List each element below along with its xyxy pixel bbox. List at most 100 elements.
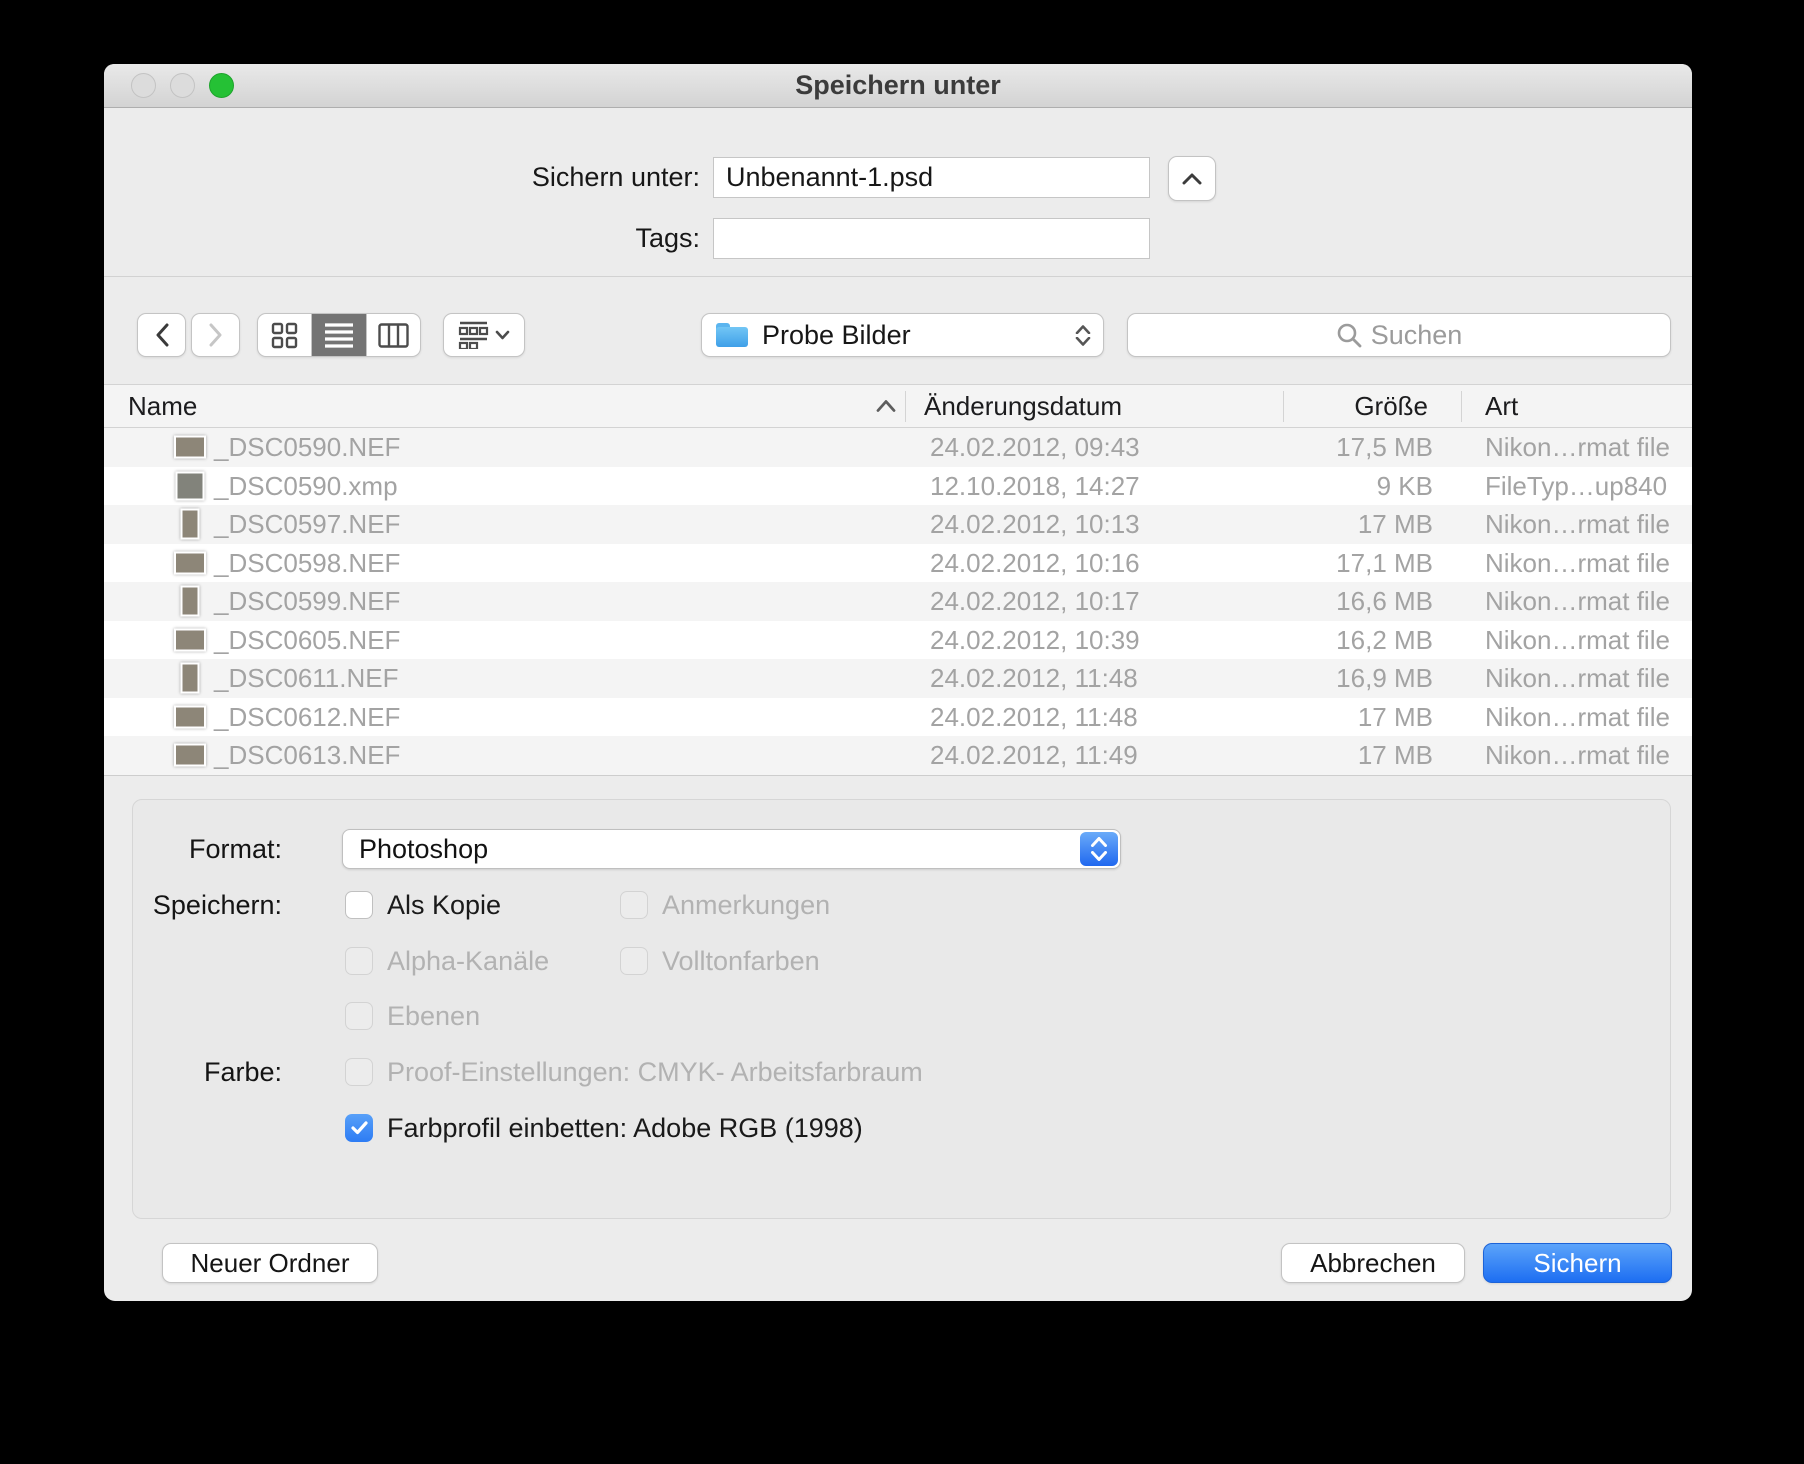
file-date: 24.02.2012, 09:43 <box>930 428 1140 467</box>
file-thumbnail-icon <box>174 436 206 459</box>
file-date: 24.02.2012, 11:48 <box>930 698 1138 737</box>
screen-background: Speichern unter Sichern unter: Tags: <box>0 0 1804 1464</box>
checkbox-als-kopie[interactable]: Als Kopie <box>345 891 501 919</box>
file-kind: Nikon…rmat file <box>1485 428 1670 467</box>
column-header-name[interactable]: Name <box>128 385 197 427</box>
forward-button[interactable] <box>191 313 240 357</box>
file-kind: Nikon…rmat file <box>1485 736 1670 775</box>
file-size: 17 MB <box>1358 698 1433 737</box>
checkbox-box <box>345 891 373 919</box>
folder-icon <box>716 323 748 347</box>
chevron-left-icon <box>155 323 169 347</box>
group-items-icon <box>458 321 489 349</box>
search-placeholder: Suchen <box>1371 320 1463 351</box>
file-date: 12.10.2018, 14:27 <box>930 467 1140 506</box>
cancel-button[interactable]: Abbrechen <box>1281 1243 1465 1283</box>
file-thumbnail-icon <box>176 471 205 500</box>
file-name: _DSC0613.NEF <box>214 736 400 775</box>
grid-view-icon <box>271 322 298 349</box>
search-input[interactable]: Suchen <box>1127 313 1671 357</box>
select-arrows-icon <box>1075 325 1091 346</box>
new-folder-button[interactable]: Neuer Ordner <box>162 1243 378 1283</box>
checkbox-box <box>345 1058 373 1086</box>
column-header-kind[interactable]: Art <box>1485 385 1518 427</box>
file-name: _DSC0597.NEF <box>214 505 400 544</box>
format-label: Format: <box>104 829 282 869</box>
location-value: Probe Bilder <box>762 320 911 351</box>
list-view-button[interactable] <box>311 314 365 356</box>
column-view-icon <box>378 323 409 348</box>
tags-input[interactable] <box>713 218 1150 259</box>
titlebar: Speichern unter <box>104 64 1692 108</box>
window-title: Speichern unter <box>104 64 1692 107</box>
location-select[interactable]: Probe Bilder <box>701 313 1104 357</box>
file-name: _DSC0611.NEF <box>214 659 399 698</box>
checkbox-ebenen: Ebenen <box>345 1002 480 1030</box>
file-name: _DSC0590.xmp <box>214 467 398 506</box>
file-date: 24.02.2012, 10:13 <box>930 505 1140 544</box>
file-name: _DSC0599.NEF <box>214 582 400 621</box>
file-row[interactable]: _DSC0590.NEF 24.02.2012, 09:43 17,5 MB Niko… <box>104 428 1692 467</box>
file-kind: FileTyp…up840 <box>1485 467 1667 506</box>
column-divider <box>1283 391 1284 422</box>
list-view-icon <box>324 322 354 348</box>
file-row[interactable]: _DSC0611.NEF24.02.2012, 11:4816,9 MBNiko… <box>104 659 1692 698</box>
save-as-label: Sichern unter: <box>300 157 700 198</box>
file-row[interactable]: _DSC0612.NEF 24.02.2012, 11:48 17 MB Nikon…… <box>104 698 1692 737</box>
file-date: 24.02.2012, 11:48 <box>930 659 1138 698</box>
group-by-button[interactable] <box>443 313 525 357</box>
file-thumbnail-icon <box>181 586 200 617</box>
file-kind: Nikon…rmat file <box>1485 621 1670 660</box>
file-thumbnail-icon <box>174 705 206 728</box>
file-name: _DSC0590.NEF <box>214 428 400 467</box>
file-kind: Nikon…rmat file <box>1485 505 1670 544</box>
file-row[interactable]: _DSC0597.NEF24.02.2012, 10:1317 MBNikon…… <box>104 505 1692 544</box>
icon-view-button[interactable] <box>258 314 311 356</box>
column-header-size[interactable]: Größe <box>1354 385 1428 427</box>
format-value: Photoshop <box>359 834 488 865</box>
file-thumbnail-icon <box>181 509 200 540</box>
file-row[interactable]: _DSC0598.NEF 24.02.2012, 10:16 17,1 MB Niko… <box>104 544 1692 583</box>
back-button[interactable] <box>137 313 186 357</box>
section-divider <box>104 276 1692 277</box>
file-kind: Nikon…rmat file <box>1485 698 1670 737</box>
checkbox-box <box>345 1114 373 1142</box>
file-size: 16,6 MB <box>1336 582 1433 621</box>
view-mode-segmented-control <box>257 313 421 357</box>
file-kind: Nikon…rmat file <box>1485 544 1670 583</box>
filename-input[interactable] <box>713 157 1150 198</box>
file-size: 17 MB <box>1358 736 1433 775</box>
file-name: _DSC0598.NEF <box>214 544 400 583</box>
expand-dialog-button[interactable] <box>1168 156 1216 201</box>
format-select[interactable]: Photoshop <box>342 829 1121 869</box>
file-row[interactable]: _DSC0590.xmp 12.10.2018, 14:27 9 KB FileTyp… <box>104 467 1692 506</box>
file-kind: Nikon…rmat file <box>1485 659 1670 698</box>
file-name: _DSC0612.NEF <box>214 698 400 737</box>
file-thumbnail-icon <box>174 551 206 574</box>
file-row[interactable]: _DSC0605.NEF24.02.2012, 10:3916,2 MBNiko… <box>104 621 1692 660</box>
search-icon <box>1336 322 1362 348</box>
file-date: 24.02.2012, 10:39 <box>930 621 1140 660</box>
sort-ascending-icon <box>875 399 897 413</box>
save-button[interactable]: Sichern <box>1483 1243 1672 1283</box>
file-thumbnail-icon <box>181 663 200 694</box>
column-header-date[interactable]: Änderungsdatum <box>924 385 1122 427</box>
chevron-down-icon <box>495 330 510 340</box>
file-size: 9 KB <box>1377 467 1433 506</box>
farbe-label: Farbe: <box>104 1052 282 1092</box>
column-view-button[interactable] <box>366 314 420 356</box>
file-size: 17,5 MB <box>1336 428 1433 467</box>
checkbox-farbprofil-einbetten[interactable]: Farbprofil einbetten: Adobe RGB (1998) <box>345 1114 863 1142</box>
file-date: 24.02.2012, 10:16 <box>930 544 1140 583</box>
chevron-up-icon <box>1182 173 1202 185</box>
file-kind: Nikon…rmat file <box>1485 582 1670 621</box>
file-row[interactable]: _DSC0613.NEF24.02.2012, 11:4917 MBNikon…… <box>104 736 1692 775</box>
file-size: 17,1 MB <box>1336 544 1433 583</box>
file-name: _DSC0605.NEF <box>214 621 400 660</box>
speichern-label: Speichern: <box>104 885 282 925</box>
checkbox-box <box>345 947 373 975</box>
checkbox-anmerkungen: Anmerkungen <box>620 891 830 919</box>
table-header: Name Änderungsdatum Größe Art <box>104 384 1692 428</box>
file-date: 24.02.2012, 10:17 <box>930 582 1140 621</box>
file-row[interactable]: _DSC0599.NEF 24.02.2012, 10:17 16,6 MB Niko… <box>104 582 1692 621</box>
